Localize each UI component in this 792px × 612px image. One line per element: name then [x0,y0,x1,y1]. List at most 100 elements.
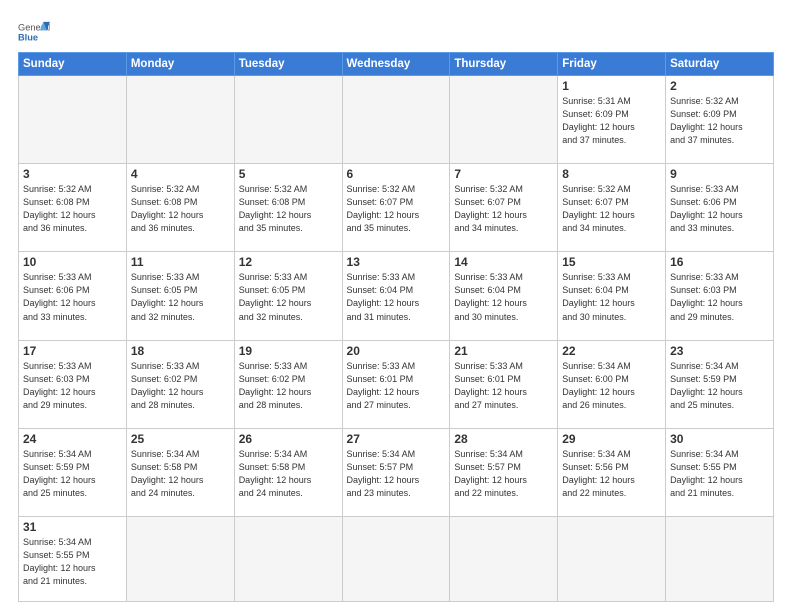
day-cell: 1 Sunrise: 5:31 AM Sunset: 6:09 PM Daylig… [558,76,666,164]
day-number: 12 [239,255,338,269]
day-cell: 30Sunrise: 5:34 AM Sunset: 5:55 PM Dayli… [666,428,774,516]
day-number: 19 [239,344,338,358]
day-info: Sunrise: 5:33 AM Sunset: 6:06 PM Dayligh… [23,271,122,323]
day-cell [342,516,450,601]
day-info: Sunrise: 5:34 AM Sunset: 5:59 PM Dayligh… [23,448,122,500]
generalblue-logo-icon: General Blue [18,18,50,46]
day-cell: 17 Sunrise: 5:33 AM Sunset: 6:03 PM Dayli… [19,340,127,428]
day-cell: 2 Sunrise: 5:32 AM Sunset: 6:09 PM Daylig… [666,76,774,164]
day-info: Sunrise: 5:33 AM Sunset: 6:02 PM Dayligh… [239,360,338,412]
day-cell: 31Sunrise: 5:34 AM Sunset: 5:55 PM Dayli… [19,516,127,601]
week-row-0: 1 Sunrise: 5:31 AM Sunset: 6:09 PM Daylig… [19,76,774,164]
day-info: Sunrise: 5:33 AM Sunset: 6:04 PM Dayligh… [347,271,446,323]
day-number: 3 [23,167,122,181]
day-info: Sunrise: 5:33 AM Sunset: 6:06 PM Dayligh… [670,183,769,235]
weekday-friday: Friday [558,53,666,76]
day-cell [450,516,558,601]
day-info: Sunrise: 5:33 AM Sunset: 6:04 PM Dayligh… [562,271,661,323]
day-cell: 21 Sunrise: 5:33 AM Sunset: 6:01 PM Dayli… [450,340,558,428]
day-number: 21 [454,344,553,358]
day-number: 14 [454,255,553,269]
day-number: 13 [347,255,446,269]
day-info: Sunrise: 5:31 AM Sunset: 6:09 PM Dayligh… [562,95,661,147]
day-number: 1 [562,79,661,93]
day-info: Sunrise: 5:33 AM Sunset: 6:01 PM Dayligh… [454,360,553,412]
day-info: Sunrise: 5:34 AM Sunset: 5:55 PM Dayligh… [23,536,122,588]
weekday-saturday: Saturday [666,53,774,76]
week-row-3: 17 Sunrise: 5:33 AM Sunset: 6:03 PM Dayli… [19,340,774,428]
week-row-2: 10 Sunrise: 5:33 AM Sunset: 6:06 PM Dayli… [19,252,774,340]
day-info: Sunrise: 5:32 AM Sunset: 6:09 PM Dayligh… [670,95,769,147]
day-cell: 6Sunrise: 5:32 AM Sunset: 6:07 PM Daylig… [342,164,450,252]
day-cell: 15Sunrise: 5:33 AM Sunset: 6:04 PM Dayli… [558,252,666,340]
day-cell: 9 Sunrise: 5:33 AM Sunset: 6:06 PM Daylig… [666,164,774,252]
day-cell: 18 Sunrise: 5:33 AM Sunset: 6:02 PM Dayli… [126,340,234,428]
day-info: Sunrise: 5:32 AM Sunset: 6:08 PM Dayligh… [239,183,338,235]
day-number: 7 [454,167,553,181]
day-cell: 14Sunrise: 5:33 AM Sunset: 6:04 PM Dayli… [450,252,558,340]
day-info: Sunrise: 5:34 AM Sunset: 5:57 PM Dayligh… [347,448,446,500]
header: General Blue [18,18,774,46]
day-cell: 10 Sunrise: 5:33 AM Sunset: 6:06 PM Dayli… [19,252,127,340]
day-number: 27 [347,432,446,446]
day-cell: 11 Sunrise: 5:33 AM Sunset: 6:05 PM Dayli… [126,252,234,340]
day-cell: 25Sunrise: 5:34 AM Sunset: 5:58 PM Dayli… [126,428,234,516]
day-number: 4 [131,167,230,181]
day-number: 26 [239,432,338,446]
day-cell: 13 Sunrise: 5:33 AM Sunset: 6:04 PM Dayli… [342,252,450,340]
day-cell [234,516,342,601]
day-number: 9 [670,167,769,181]
day-info: Sunrise: 5:32 AM Sunset: 6:08 PM Dayligh… [23,183,122,235]
day-number: 23 [670,344,769,358]
weekday-thursday: Thursday [450,53,558,76]
day-number: 17 [23,344,122,358]
day-cell: 29 Sunrise: 5:34 AM Sunset: 5:56 PM Dayli… [558,428,666,516]
day-cell: 19 Sunrise: 5:33 AM Sunset: 6:02 PM Dayli… [234,340,342,428]
day-cell: 4Sunrise: 5:32 AM Sunset: 6:08 PM Daylig… [126,164,234,252]
day-cell [126,516,234,601]
day-number: 20 [347,344,446,358]
week-row-5: 31Sunrise: 5:34 AM Sunset: 5:55 PM Dayli… [19,516,774,601]
day-cell [450,76,558,164]
day-info: Sunrise: 5:32 AM Sunset: 6:07 PM Dayligh… [454,183,553,235]
day-info: Sunrise: 5:34 AM Sunset: 5:56 PM Dayligh… [562,448,661,500]
day-number: 30 [670,432,769,446]
weekday-header-row: SundayMondayTuesdayWednesdayThursdayFrid… [19,53,774,76]
day-number: 24 [23,432,122,446]
day-number: 2 [670,79,769,93]
day-info: Sunrise: 5:33 AM Sunset: 6:05 PM Dayligh… [131,271,230,323]
day-number: 11 [131,255,230,269]
day-cell: 5Sunrise: 5:32 AM Sunset: 6:08 PM Daylig… [234,164,342,252]
svg-text:Blue: Blue [18,32,38,42]
day-cell: 20Sunrise: 5:33 AM Sunset: 6:01 PM Dayli… [342,340,450,428]
day-cell [342,76,450,164]
day-cell: 26Sunrise: 5:34 AM Sunset: 5:58 PM Dayli… [234,428,342,516]
day-cell [666,516,774,601]
day-info: Sunrise: 5:33 AM Sunset: 6:02 PM Dayligh… [131,360,230,412]
day-cell: 28 Sunrise: 5:34 AM Sunset: 5:57 PM Dayli… [450,428,558,516]
day-info: Sunrise: 5:32 AM Sunset: 6:07 PM Dayligh… [562,183,661,235]
day-cell [19,76,127,164]
day-info: Sunrise: 5:34 AM Sunset: 6:00 PM Dayligh… [562,360,661,412]
day-info: Sunrise: 5:34 AM Sunset: 5:57 PM Dayligh… [454,448,553,500]
week-row-4: 24 Sunrise: 5:34 AM Sunset: 5:59 PM Dayli… [19,428,774,516]
logo: General Blue [18,18,50,46]
day-cell: 8Sunrise: 5:32 AM Sunset: 6:07 PM Daylig… [558,164,666,252]
day-cell: 7 Sunrise: 5:32 AM Sunset: 6:07 PM Daylig… [450,164,558,252]
weekday-tuesday: Tuesday [234,53,342,76]
day-cell: 27 Sunrise: 5:34 AM Sunset: 5:57 PM Dayli… [342,428,450,516]
day-number: 28 [454,432,553,446]
page: General Blue SundayMondayTuesdayWednesda… [0,0,792,612]
day-cell: 3 Sunrise: 5:32 AM Sunset: 6:08 PM Daylig… [19,164,127,252]
day-info: Sunrise: 5:33 AM Sunset: 6:03 PM Dayligh… [23,360,122,412]
day-info: Sunrise: 5:34 AM Sunset: 5:59 PM Dayligh… [670,360,769,412]
weekday-monday: Monday [126,53,234,76]
weekday-wednesday: Wednesday [342,53,450,76]
day-info: Sunrise: 5:33 AM Sunset: 6:03 PM Dayligh… [670,271,769,323]
day-info: Sunrise: 5:34 AM Sunset: 5:58 PM Dayligh… [131,448,230,500]
week-row-1: 3 Sunrise: 5:32 AM Sunset: 6:08 PM Daylig… [19,164,774,252]
day-number: 29 [562,432,661,446]
calendar-table: SundayMondayTuesdayWednesdayThursdayFrid… [18,52,774,602]
day-number: 18 [131,344,230,358]
day-number: 10 [23,255,122,269]
